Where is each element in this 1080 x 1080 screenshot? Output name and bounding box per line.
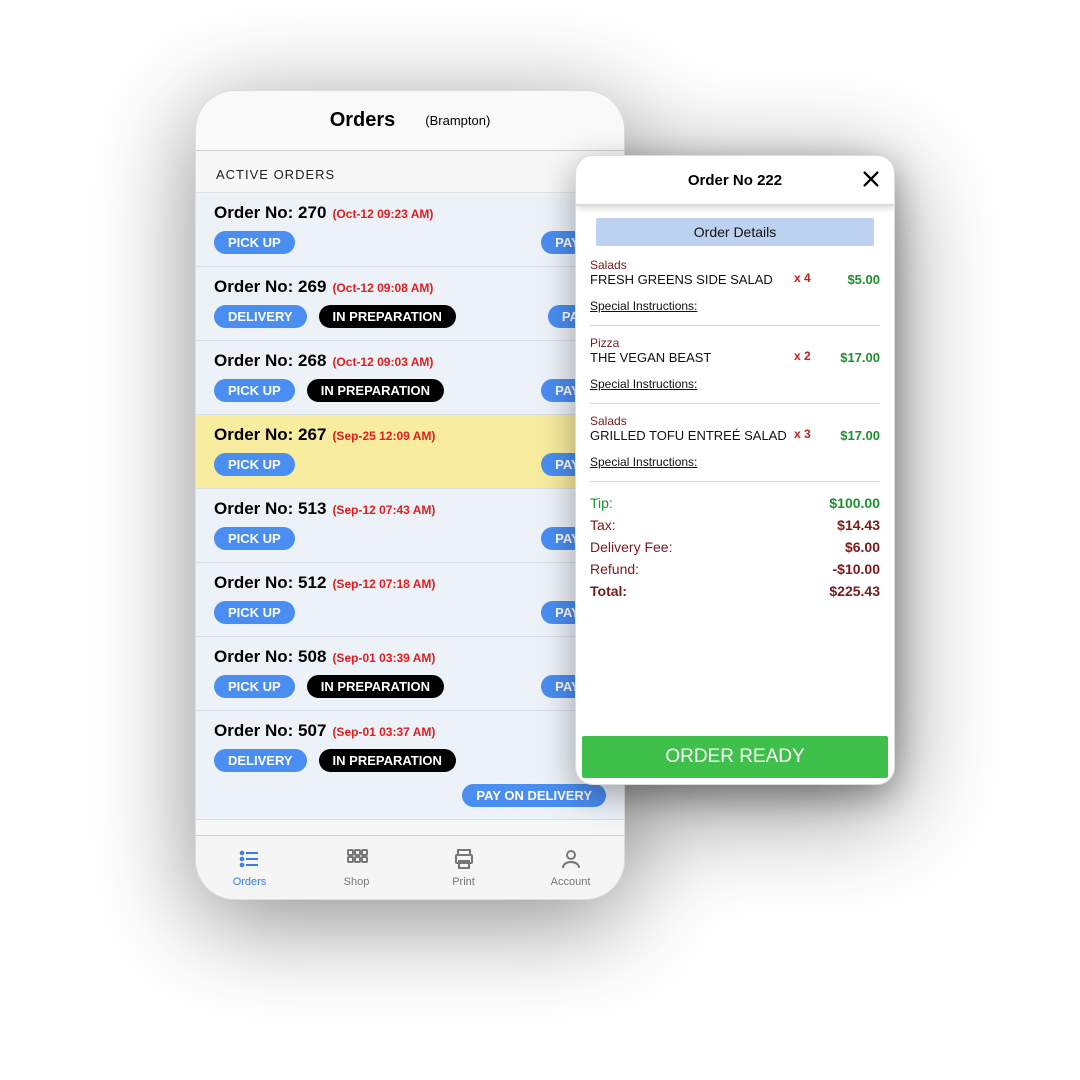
total-label: Total: xyxy=(590,583,627,599)
tab-label: Print xyxy=(452,876,475,888)
order-details-phone: Order No 222 Order Details SaladsFRESH G… xyxy=(575,155,895,785)
item-price: $17.00 xyxy=(820,350,880,365)
tab-orders[interactable]: Orders xyxy=(196,836,303,899)
in-preparation-pill: IN PREPARATION xyxy=(307,675,444,698)
item-price: $5.00 xyxy=(820,272,880,287)
tab-account[interactable]: Account xyxy=(517,836,624,899)
printer-icon xyxy=(452,847,476,874)
order-number-label: Order No: 267 xyxy=(214,425,326,445)
delivery-value: $6.00 xyxy=(845,539,880,555)
delivery-label: Delivery Fee: xyxy=(590,539,672,555)
order-totals: Tip: $100.00 Tax: $14.43 Delivery Fee: $6.0… xyxy=(590,486,880,602)
order-row[interactable]: Order No: 269 (Oct-12 09:08 AM) DELIVERY IN… xyxy=(196,267,624,341)
delivery-pill: DELIVERY xyxy=(214,305,307,328)
pick-up-pill: PICK UP xyxy=(214,527,295,550)
order-number-label: Order No: 269 xyxy=(214,277,326,297)
in-preparation-pill: IN PREPARATION xyxy=(319,305,456,328)
refund-value: -$10.00 xyxy=(833,561,880,577)
tax-value: $14.43 xyxy=(837,517,880,533)
order-number-label: Order No: 508 xyxy=(214,647,326,667)
tab-bar: Orders Shop Print Account xyxy=(196,835,624,899)
order-row[interactable]: Order No: 268 (Oct-12 09:03 AM) PICK UP IN … xyxy=(196,341,624,415)
tab-label: Orders xyxy=(233,876,267,888)
order-timestamp: (Sep-01 03:37 AM) xyxy=(332,725,435,739)
item-qty: x 3 xyxy=(794,428,820,441)
order-details-title: Order No 222 xyxy=(688,172,782,189)
tip-value: $100.00 xyxy=(829,495,880,511)
item-price: $17.00 xyxy=(820,428,880,443)
item-category: Salads xyxy=(590,258,880,272)
order-number-label: Order No: 507 xyxy=(214,721,326,741)
location-label: (Brampton) xyxy=(425,113,490,128)
grid-icon xyxy=(345,847,369,874)
list-icon xyxy=(238,847,262,874)
pick-up-pill: PICK UP xyxy=(214,601,295,624)
order-row[interactable]: Order No: 513(Sep-12 07:43 AM)PICK UPPAY… xyxy=(196,489,624,563)
order-number-label: Order No: 512 xyxy=(214,573,326,593)
order-timestamp: (Sep-12 07:43 AM) xyxy=(332,503,435,517)
order-row[interactable]: Order No: 512(Sep-12 07:18 AM)PICK UPPAY… xyxy=(196,563,624,637)
order-timestamp: (Sep-25 12:09 AM) xyxy=(332,429,435,443)
tab-shop[interactable]: Shop xyxy=(303,836,410,899)
item-category: Pizza xyxy=(590,336,880,350)
order-list[interactable]: Order No: 270 (Oct-12 09:23 AM) PICK UP PAY… xyxy=(196,192,624,820)
item-divider xyxy=(590,325,880,326)
orders-phone: Orders (Brampton) ACTIVE ORDERS Order No… xyxy=(195,90,625,900)
payment-status-pill: PAY ON DELIVERY xyxy=(462,784,606,807)
order-timestamp: (Sep-12 07:18 AM) xyxy=(332,577,435,591)
order-details-header: Order No 222 xyxy=(576,156,894,206)
delivery-pill: DELIVERY xyxy=(214,749,307,772)
tip-label: Tip: xyxy=(590,495,613,511)
order-item: SaladsFRESH GREENS SIDE SALADx 4$5.00 Spe… xyxy=(590,252,880,321)
tab-label: Shop xyxy=(344,876,370,888)
item-qty: x 2 xyxy=(794,350,820,363)
tax-label: Tax: xyxy=(590,517,616,533)
item-category: Salads xyxy=(590,414,880,428)
total-value: $225.43 xyxy=(829,583,880,599)
item-divider xyxy=(590,481,880,482)
item-divider xyxy=(590,403,880,404)
person-icon xyxy=(559,847,583,874)
order-item: PizzaTHE VEGAN BEASTx 2$17.00 Special Ins… xyxy=(590,330,880,399)
order-timestamp: (Oct-12 09:23 AM) xyxy=(332,207,433,221)
order-number-label: Order No: 268 xyxy=(214,351,326,371)
pick-up-pill: PICK UP xyxy=(214,675,295,698)
order-row[interactable]: Order No: 270(Oct-12 09:23 AM)PICK UPPAY… xyxy=(196,193,624,267)
special-instructions-label: Special Instructions: xyxy=(590,299,880,313)
order-number-label: Order No: 270 xyxy=(214,203,326,223)
order-timestamp: (Oct-12 09:08 AM) xyxy=(332,281,433,295)
order-timestamp: (Sep-01 03:39 AM) xyxy=(332,651,435,665)
item-name: GRILLED TOFU ENTREÉ SALAD xyxy=(590,428,794,443)
close-icon[interactable] xyxy=(860,168,882,195)
item-name: FRESH GREENS SIDE SALAD xyxy=(590,272,794,287)
order-row[interactable]: Order No: 508 (Sep-01 03:39 AM) PICK UP IN … xyxy=(196,637,624,711)
order-timestamp: (Oct-12 09:03 AM) xyxy=(332,355,433,369)
special-instructions-label: Special Instructions: xyxy=(590,455,880,469)
item-qty: x 4 xyxy=(794,272,820,285)
pick-up-pill: PICK UP xyxy=(214,379,295,402)
order-row[interactable]: Order No: 267(Sep-25 12:09 AM)PICK UPPAY… xyxy=(196,415,624,489)
refund-label: Refund: xyxy=(590,561,639,577)
page-title: Orders xyxy=(330,109,396,132)
active-orders-heading: ACTIVE ORDERS xyxy=(196,151,624,192)
in-preparation-pill: IN PREPARATION xyxy=(307,379,444,402)
item-name: THE VEGAN BEAST xyxy=(590,350,794,365)
orders-header: Orders (Brampton) xyxy=(196,91,624,151)
pick-up-pill: PICK UP xyxy=(214,231,295,254)
tab-label: Account xyxy=(551,876,591,888)
order-ready-button[interactable]: ORDER READY xyxy=(582,736,888,778)
tab-print[interactable]: Print xyxy=(410,836,517,899)
order-details-band: Order Details xyxy=(596,218,874,246)
in-preparation-pill: IN PREPARATION xyxy=(319,749,456,772)
order-items: SaladsFRESH GREENS SIDE SALADx 4$5.00Spe… xyxy=(590,252,880,482)
order-row[interactable]: Order No: 507 (Sep-01 03:37 AM) DELIVERY IN… xyxy=(196,711,624,820)
order-item: SaladsGRILLED TOFU ENTREÉ SALADx 3$17.00… xyxy=(590,408,880,477)
special-instructions-label: Special Instructions: xyxy=(590,377,880,391)
pick-up-pill: PICK UP xyxy=(214,453,295,476)
order-number-label: Order No: 513 xyxy=(214,499,326,519)
